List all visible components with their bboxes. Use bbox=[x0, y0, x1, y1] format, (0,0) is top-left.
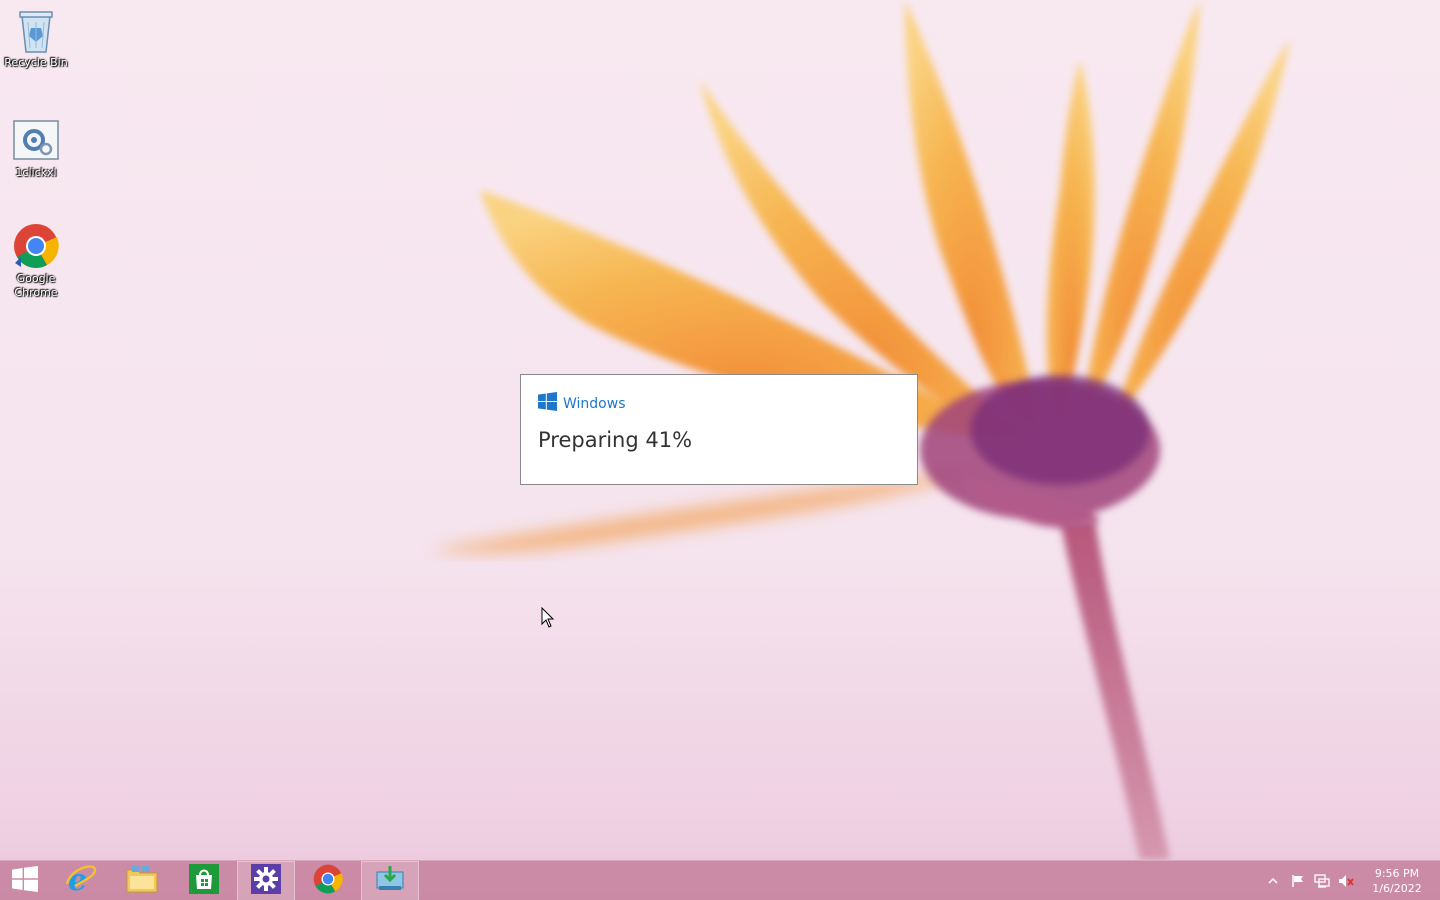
gear-icon bbox=[251, 864, 281, 898]
desktop-icon-label: 1clickxl bbox=[15, 166, 57, 179]
desktop-icon-recycle-bin[interactable]: Recycle Bin bbox=[4, 6, 68, 70]
desktop-icon-google-chrome[interactable]: Google Chrome bbox=[4, 222, 68, 300]
taskbar-internet-explorer-button[interactable]: e bbox=[52, 861, 110, 900]
store-icon bbox=[189, 864, 219, 898]
show-hidden-icons-chevron-icon[interactable] bbox=[1265, 873, 1281, 889]
windows-preparing-dialog: Windows Preparing 41% bbox=[520, 374, 918, 485]
taskbar-chrome-button[interactable] bbox=[299, 861, 357, 900]
desktop-icon-label: Recycle Bin bbox=[4, 56, 68, 69]
preparing-status-text: Preparing 41% bbox=[538, 428, 693, 452]
windows-start-icon bbox=[12, 866, 38, 896]
installer-icon bbox=[376, 866, 404, 896]
desktop[interactable]: Recycle Bin 1clickxl Google Chrome Windo… bbox=[0, 0, 1440, 900]
settings-shortcut-icon bbox=[12, 116, 60, 164]
volume-muted-icon[interactable] bbox=[1338, 873, 1354, 889]
start-button[interactable] bbox=[0, 861, 50, 900]
action-center-flag-icon[interactable] bbox=[1290, 873, 1306, 889]
windows-logo-icon bbox=[538, 392, 557, 415]
taskbar-clock[interactable]: 9:56 PM 1/6/2022 bbox=[1364, 866, 1430, 896]
dialog-brand: Windows bbox=[538, 392, 626, 415]
chrome-icon bbox=[313, 864, 343, 898]
taskbar-store-button[interactable] bbox=[175, 861, 233, 900]
clock-date: 1/6/2022 bbox=[1372, 882, 1422, 895]
taskbar-installer-button[interactable] bbox=[361, 861, 419, 900]
internet-explorer-icon: e bbox=[65, 863, 97, 898]
recycle-bin-icon bbox=[12, 6, 60, 54]
taskbar-settings-button[interactable] bbox=[237, 861, 295, 900]
desktop-icon-label: Google Chrome bbox=[14, 272, 58, 299]
taskbar-file-explorer-button[interactable] bbox=[113, 861, 171, 900]
chrome-icon bbox=[12, 222, 60, 270]
clock-time: 9:56 PM bbox=[1374, 867, 1420, 880]
mouse-pointer-icon bbox=[541, 606, 555, 633]
desktop-icon-1clickxl[interactable]: 1clickxl bbox=[4, 116, 68, 180]
taskbar: e 9:56 PM 1/6/2022 bbox=[0, 860, 1440, 900]
folder-icon bbox=[126, 865, 158, 897]
network-icon[interactable] bbox=[1314, 873, 1330, 889]
dialog-brand-text: Windows bbox=[563, 395, 626, 412]
